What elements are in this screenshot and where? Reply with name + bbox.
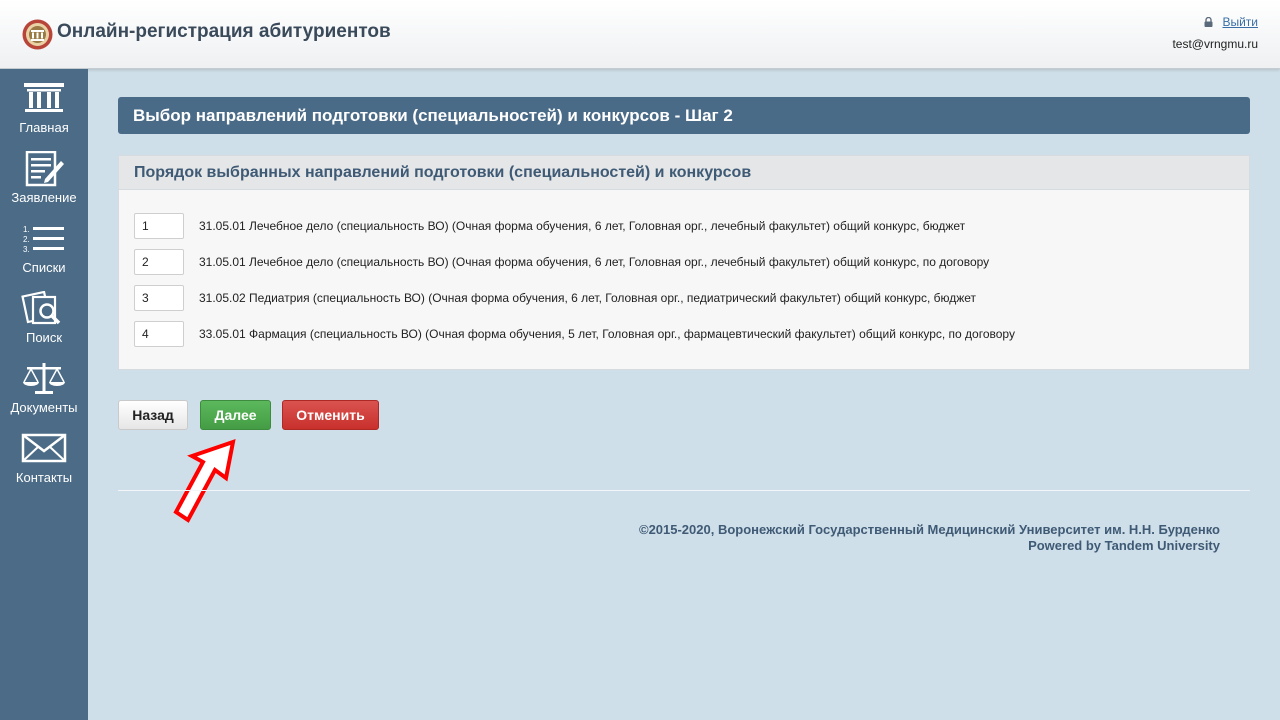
svg-text:3.: 3. bbox=[23, 245, 30, 254]
order-input[interactable] bbox=[134, 249, 184, 275]
sidebar-item-label: Документы bbox=[10, 400, 78, 415]
next-button[interactable]: Далее bbox=[200, 400, 271, 430]
top-header: Онлайн-регистрация абитуриентов Выйти te… bbox=[0, 0, 1280, 69]
sidebar-item-main[interactable]: Главная bbox=[0, 81, 88, 151]
annotation-arrow-icon bbox=[173, 438, 236, 523]
scales-icon bbox=[23, 363, 65, 394]
sidebar-item-label: Списки bbox=[22, 260, 66, 275]
order-input[interactable] bbox=[134, 213, 184, 239]
sidebar-item-contacts[interactable]: Контакты bbox=[0, 431, 88, 501]
svg-text:1.: 1. bbox=[23, 225, 30, 234]
logout-row: Выйти bbox=[1172, 14, 1258, 30]
order-row-text: 33.05.01 Фармация (специальность ВО) (Оч… bbox=[199, 327, 1015, 341]
sidebar-item-label: Контакты bbox=[15, 470, 73, 485]
cancel-button[interactable]: Отменить bbox=[282, 400, 379, 430]
user-email: test@vrngmu.ru bbox=[1172, 37, 1258, 51]
lock-icon bbox=[1204, 17, 1213, 27]
numbered-list-icon: 1. 2. 3. bbox=[23, 225, 64, 254]
order-input[interactable] bbox=[134, 321, 184, 347]
sidebar-item-application[interactable]: Заявление bbox=[0, 151, 88, 221]
order-row-text: 31.05.02 Педиатрия (специальность ВО) (О… bbox=[199, 291, 977, 305]
footer: ©2015-2020, Воронежский Государственный … bbox=[639, 522, 1220, 554]
order-row: 33.05.01 Фармация (специальность ВО) (Оч… bbox=[134, 321, 1015, 347]
user-area: Выйти test@vrngmu.ru bbox=[1172, 14, 1258, 51]
divider bbox=[118, 490, 1250, 491]
envelope-icon bbox=[21, 433, 67, 463]
app-title: Онлайн-регистрация абитуриентов bbox=[57, 21, 391, 42]
svg-text:2.: 2. bbox=[23, 235, 30, 244]
order-row-text: 31.05.01 Лечебное дело (специальность ВО… bbox=[199, 219, 966, 233]
page-title: Выбор направлений подготовки (специально… bbox=[118, 97, 1250, 134]
search-document-icon bbox=[21, 291, 61, 325]
sidebar-item-label: Главная bbox=[19, 120, 69, 135]
back-button[interactable]: Назад bbox=[118, 400, 188, 430]
sidebar-item-lists[interactable]: 1. 2. 3. Списки bbox=[0, 221, 88, 291]
footer-powered-by: Powered by Tandem University bbox=[1028, 538, 1220, 553]
order-input[interactable] bbox=[134, 285, 184, 311]
footer-copyright: ©2015-2020, Воронежский Государственный … bbox=[638, 522, 1220, 537]
sidebar-item-label: Заявление bbox=[11, 190, 77, 205]
bank-icon bbox=[24, 83, 64, 112]
order-row: 31.05.01 Лечебное дело (специальность ВО… bbox=[134, 249, 989, 275]
sidebar-item-documents[interactable]: Документы bbox=[0, 361, 88, 431]
sidebar-item-search[interactable]: Поиск bbox=[0, 291, 88, 361]
sidebar-item-label: Поиск bbox=[25, 330, 63, 345]
order-panel-title: Порядок выбранных направлений подготовки… bbox=[119, 156, 1249, 190]
logout-link[interactable]: Выйти bbox=[1222, 15, 1258, 29]
order-row-text: 31.05.01 Лечебное дело (специальность ВО… bbox=[199, 255, 990, 269]
sidebar: Главная Заявление 1. 2. 3. Списки Поиск … bbox=[0, 69, 88, 720]
order-row: 31.05.01 Лечебное дело (специальность ВО… bbox=[134, 213, 965, 239]
order-row: 31.05.02 Педиатрия (специальность ВО) (О… bbox=[134, 285, 976, 311]
university-logo-icon bbox=[22, 19, 53, 50]
application-form-icon bbox=[25, 151, 64, 187]
order-panel: Порядок выбранных направлений подготовки… bbox=[118, 155, 1250, 370]
